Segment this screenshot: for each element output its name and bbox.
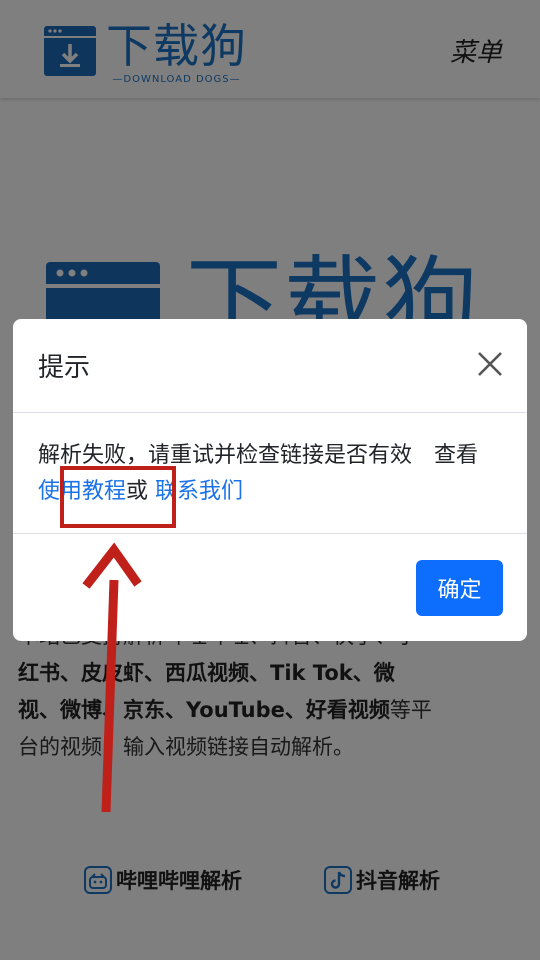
annotation-arrow-icon bbox=[82, 542, 142, 812]
error-message: 解析失败，请重试并检查链接是否有效 查看 bbox=[38, 443, 479, 468]
annotation-highlight-box bbox=[60, 466, 176, 528]
dialog-header: 提示 bbox=[13, 319, 527, 413]
dialog-title: 提示 bbox=[38, 353, 91, 383]
confirm-button[interactable]: 确定 bbox=[416, 560, 503, 616]
close-icon[interactable] bbox=[475, 349, 505, 379]
